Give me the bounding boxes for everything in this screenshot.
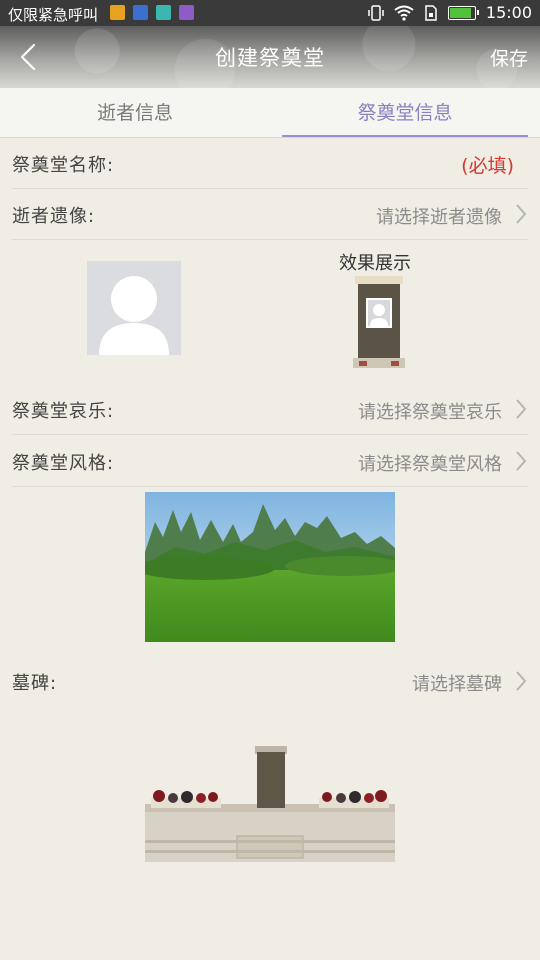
memorial-preview-image xyxy=(353,276,405,368)
style-row[interactable]: 祭奠堂风格: 请选择祭奠堂风格 xyxy=(12,436,528,487)
tab-deceased-info[interactable]: 逝者信息 xyxy=(0,88,270,137)
style-label: 祭奠堂风格: xyxy=(12,453,115,474)
chevron-right-icon xyxy=(516,399,527,419)
tab-bar: 逝者信息 祭奠堂信息 xyxy=(0,88,540,138)
save-button[interactable]: 保存 xyxy=(490,44,528,71)
portrait-placeholder[interactable] xyxy=(87,261,181,355)
tombstone-label: 墓碑: xyxy=(12,673,58,694)
tab-memorial-hall-info[interactable]: 祭奠堂信息 xyxy=(270,88,540,137)
notification-app-icon xyxy=(179,5,194,20)
chevron-right-icon xyxy=(516,671,527,691)
music-row[interactable]: 祭奠堂哀乐: 请选择祭奠堂哀乐 xyxy=(12,384,528,435)
hall-name-label: 祭奠堂名称: xyxy=(12,155,115,176)
portrait-row[interactable]: 逝者遗像: 请选择逝者遗像 xyxy=(12,189,528,240)
status-bar: 仅限紧急呼叫 15:00 xyxy=(0,0,540,26)
vibrate-icon xyxy=(368,4,384,21)
hall-name-row[interactable]: 祭奠堂名称: (必填) xyxy=(12,138,528,189)
hall-style-preview-image[interactable] xyxy=(145,492,395,642)
chevron-right-icon xyxy=(516,451,527,471)
notification-icons xyxy=(110,5,194,20)
tab-label: 祭奠堂信息 xyxy=(357,102,453,124)
tab-label: 逝者信息 xyxy=(96,102,173,124)
music-label: 祭奠堂哀乐: xyxy=(12,401,115,422)
chevron-right-icon xyxy=(516,204,527,224)
tombstone-select[interactable]: 请选择墓碑 xyxy=(412,670,502,696)
carrier-text: 仅限紧急呼叫 xyxy=(8,6,99,24)
clock: 15:00 xyxy=(485,3,532,22)
style-select[interactable]: 请选择祭奠堂风格 xyxy=(358,450,502,476)
sim-icon xyxy=(425,4,437,21)
page-title: 创建祭奠堂 xyxy=(215,46,325,70)
tombstone-preview-image[interactable] xyxy=(145,742,395,862)
app-header: 创建祭奠堂 保存 xyxy=(0,26,540,88)
battery-icon xyxy=(447,5,479,20)
portrait-label: 逝者遗像: xyxy=(12,206,96,227)
active-tab-indicator xyxy=(282,135,528,137)
notification-app-icon xyxy=(156,5,171,20)
notification-app-icon xyxy=(133,5,148,20)
tombstone-row[interactable]: 墓碑: 请选择墓碑 xyxy=(12,656,528,706)
wifi-icon xyxy=(394,5,414,21)
portrait-select[interactable]: 请选择逝者遗像 xyxy=(376,203,502,229)
avatar-silhouette-icon xyxy=(99,276,169,355)
notification-app-icon xyxy=(110,5,125,20)
music-select[interactable]: 请选择祭奠堂哀乐 xyxy=(358,398,502,424)
required-badge: (必填) xyxy=(461,155,514,177)
